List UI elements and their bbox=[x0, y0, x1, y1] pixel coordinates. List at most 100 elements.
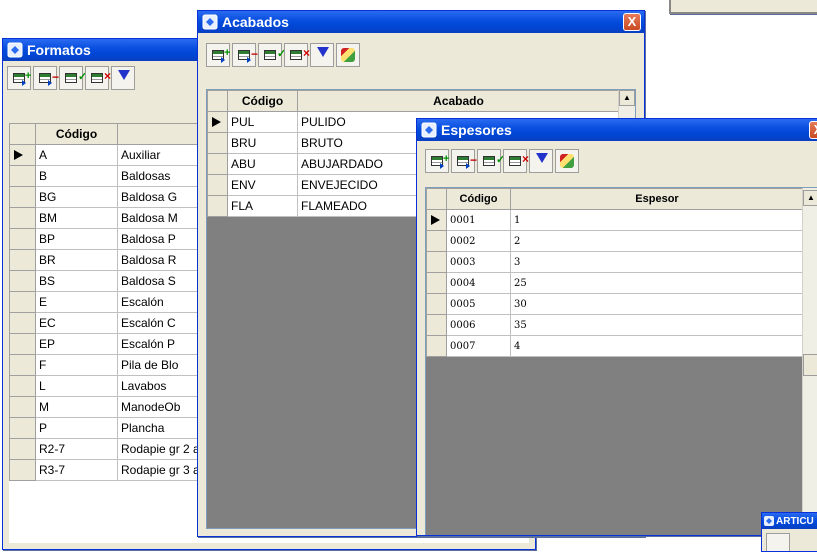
table-row[interactable]: 0001 1 bbox=[426, 209, 804, 231]
app-icon bbox=[764, 516, 774, 526]
row-indicator bbox=[9, 228, 36, 250]
cell-codigo[interactable]: BS bbox=[35, 270, 118, 292]
cell-codigo[interactable]: F bbox=[35, 354, 118, 376]
row-indicator bbox=[9, 354, 36, 376]
filter-button[interactable] bbox=[111, 66, 135, 90]
cell-codigo[interactable]: M bbox=[35, 396, 118, 418]
close-button[interactable]: X bbox=[623, 13, 641, 31]
table-row[interactable]: 0007 4 bbox=[426, 335, 804, 357]
cell-codigo[interactable]: P bbox=[35, 417, 118, 439]
add-record-button[interactable] bbox=[7, 66, 31, 90]
cell-codigo[interactable]: 0002 bbox=[446, 230, 511, 252]
clear-filter-button[interactable] bbox=[336, 43, 360, 67]
acabados-titlebar[interactable]: Acabados X bbox=[198, 11, 644, 33]
cell-codigo[interactable]: ENV bbox=[227, 174, 298, 196]
cell-codigo[interactable]: PUL bbox=[227, 111, 298, 133]
cancel-record-button[interactable] bbox=[284, 43, 310, 67]
cell-codigo[interactable]: BG bbox=[35, 186, 118, 208]
table-row[interactable]: 0002 2 bbox=[426, 230, 804, 252]
scroll-thumb[interactable] bbox=[803, 354, 817, 376]
save-record-button[interactable] bbox=[59, 66, 87, 90]
cell-codigo[interactable]: 0004 bbox=[446, 272, 511, 294]
cell-espesor[interactable]: 25 bbox=[510, 272, 804, 294]
chevron-up-icon: ▲ bbox=[623, 93, 631, 102]
cell-espesor[interactable]: 4 bbox=[510, 335, 804, 357]
current-row-arrow-icon bbox=[14, 150, 23, 160]
table-row[interactable]: 0006 35 bbox=[426, 314, 804, 336]
cell-espesor[interactable]: 35 bbox=[510, 314, 804, 336]
cell-codigo[interactable]: 0003 bbox=[446, 251, 511, 273]
app-icon bbox=[202, 14, 218, 30]
close-icon: X bbox=[627, 14, 637, 29]
save-record-icon bbox=[264, 47, 286, 60]
table-row[interactable]: 0005 30 bbox=[426, 293, 804, 315]
cell-codigo[interactable]: B bbox=[35, 165, 118, 187]
articulos-titlebar[interactable]: ARTICU bbox=[762, 513, 817, 529]
cancel-record-button[interactable] bbox=[85, 66, 111, 90]
filter-icon bbox=[317, 47, 329, 57]
cell-codigo[interactable]: ABU bbox=[227, 153, 298, 175]
cell-espesor[interactable]: 2 bbox=[510, 230, 804, 252]
delete-record-button[interactable] bbox=[451, 149, 477, 173]
formatos-title: Formatos bbox=[27, 42, 91, 58]
app-icon bbox=[7, 42, 23, 58]
articulos-title: ARTICU bbox=[776, 515, 814, 527]
save-record-icon bbox=[65, 70, 87, 83]
filter-button[interactable] bbox=[310, 43, 334, 67]
scroll-up-button[interactable]: ▲ bbox=[619, 90, 635, 106]
cell-codigo[interactable]: 0006 bbox=[446, 314, 511, 336]
column-header-acabado[interactable]: Acabado bbox=[297, 90, 620, 112]
espesores-scrollbar[interactable]: ▲ bbox=[802, 188, 817, 535]
close-button[interactable]: X bbox=[809, 121, 817, 139]
row-indicator bbox=[9, 375, 36, 397]
cell-codigo[interactable]: E bbox=[35, 291, 118, 313]
column-header-codigo[interactable]: Código bbox=[35, 123, 118, 145]
cell-codigo[interactable]: 0005 bbox=[446, 293, 511, 315]
add-record-button[interactable] bbox=[425, 149, 449, 173]
row-indicator bbox=[9, 396, 36, 418]
row-indicator bbox=[426, 314, 447, 336]
row-indicator bbox=[9, 459, 36, 481]
save-record-button[interactable] bbox=[477, 149, 505, 173]
save-record-button[interactable] bbox=[258, 43, 286, 67]
cell-codigo[interactable]: 0007 bbox=[446, 335, 511, 357]
cell-codigo[interactable]: L bbox=[35, 375, 118, 397]
column-header-codigo[interactable]: Código bbox=[446, 188, 511, 210]
cell-codigo[interactable]: FLA bbox=[227, 195, 298, 217]
table-row[interactable]: 0004 25 bbox=[426, 272, 804, 294]
cell-codigo[interactable]: R2-7 bbox=[35, 438, 118, 460]
row-indicator bbox=[426, 209, 447, 231]
column-header-espesor[interactable]: Espesor bbox=[510, 188, 804, 210]
filter-button[interactable] bbox=[529, 149, 553, 173]
cancel-record-button[interactable] bbox=[503, 149, 529, 173]
column-header-codigo[interactable]: Código bbox=[227, 90, 298, 112]
clear-filter-icon bbox=[341, 48, 355, 62]
cell-codigo[interactable]: BP bbox=[35, 228, 118, 250]
filter-icon bbox=[118, 70, 130, 80]
cell-codigo[interactable]: R3-7 bbox=[35, 459, 118, 481]
cancel-record-icon bbox=[91, 69, 111, 83]
cell-espesor[interactable]: 30 bbox=[510, 293, 804, 315]
cell-codigo[interactable]: BRU bbox=[227, 132, 298, 154]
row-indicator bbox=[207, 195, 228, 217]
acabados-toolbar bbox=[198, 33, 644, 77]
cell-codigo[interactable]: A bbox=[35, 144, 118, 166]
cell-codigo[interactable]: BR bbox=[35, 249, 118, 271]
clear-filter-button[interactable] bbox=[555, 149, 579, 173]
delete-record-button[interactable] bbox=[33, 66, 59, 90]
cell-codigo[interactable]: 0001 bbox=[446, 209, 511, 231]
cell-espesor[interactable]: 3 bbox=[510, 251, 804, 273]
cell-espesor[interactable]: 1 bbox=[510, 209, 804, 231]
scroll-up-button[interactable]: ▲ bbox=[803, 190, 817, 206]
current-row-arrow-icon bbox=[431, 215, 440, 225]
cell-codigo[interactable]: EP bbox=[35, 333, 118, 355]
cell-codigo[interactable]: EC bbox=[35, 312, 118, 334]
espesores-titlebar[interactable]: Espesores X bbox=[417, 119, 817, 141]
row-indicator-header bbox=[9, 123, 36, 145]
articulos-toolbar-button[interactable] bbox=[766, 533, 790, 551]
add-record-button[interactable] bbox=[206, 43, 230, 67]
delete-record-button[interactable] bbox=[232, 43, 258, 67]
cell-codigo[interactable]: BM bbox=[35, 207, 118, 229]
articulos-window: ARTICU bbox=[761, 512, 817, 552]
table-row[interactable]: 0003 3 bbox=[426, 251, 804, 273]
